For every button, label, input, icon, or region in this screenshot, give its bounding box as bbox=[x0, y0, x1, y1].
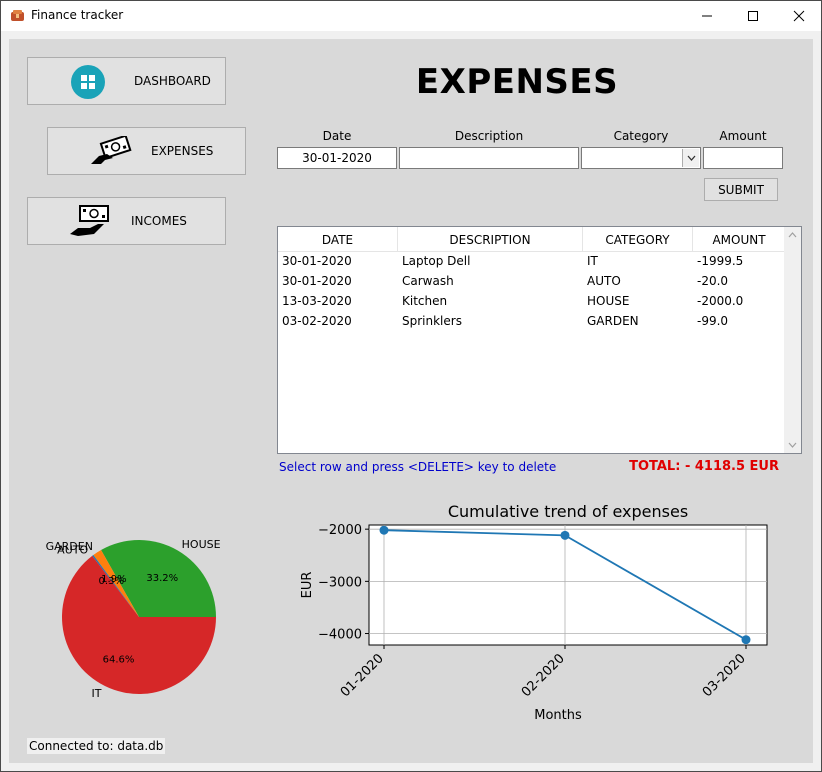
cell-date: 03-02-2020 bbox=[282, 314, 352, 328]
minimize-icon bbox=[702, 15, 712, 17]
x-tick-label: 02-2020 bbox=[519, 651, 568, 700]
pie-label-house: HOUSE bbox=[182, 538, 221, 551]
data-point bbox=[560, 530, 570, 540]
pay-money-icon bbox=[91, 136, 132, 164]
table-row[interactable]: 13-03-2020 Kitchen HOUSE -2000.0 bbox=[278, 291, 785, 311]
y-axis-label: EUR bbox=[300, 572, 315, 599]
table-header: DATE DESCRIPTION CATEGORY AMOUNT bbox=[278, 227, 785, 252]
column-header-date[interactable]: DATE bbox=[278, 227, 398, 252]
expenses-button[interactable]: EXPENSES bbox=[47, 127, 246, 175]
incomes-label: INCOMES bbox=[131, 214, 187, 228]
pie-pct-house: 33.2% bbox=[146, 573, 178, 584]
column-header-amount[interactable]: AMOUNT bbox=[693, 227, 785, 252]
category-label: Category bbox=[613, 129, 669, 143]
date-label: Date bbox=[322, 129, 352, 143]
dashboard-icon bbox=[71, 65, 105, 99]
pie-label-it: IT bbox=[92, 687, 102, 700]
pie-pct-it: 64.6% bbox=[103, 654, 135, 665]
cumulative-trend-chart: Cumulative trend of expenses −2000 −3000 −4… bbox=[279, 497, 779, 737]
title-bar[interactable]: Finance tracker bbox=[1, 1, 821, 31]
dashboard-label: DASHBOARD bbox=[134, 74, 211, 88]
description-label: Description bbox=[454, 129, 524, 143]
x-tick-label: 01-2020 bbox=[338, 651, 387, 700]
app-window: Finance tracker DASHBOARD EXPENSES INCOM… bbox=[0, 0, 822, 772]
category-dropdown-button[interactable] bbox=[682, 149, 699, 167]
incomes-button[interactable]: INCOMES bbox=[27, 197, 226, 245]
table-row[interactable]: 30-01-2020 Laptop Dell IT -1999.5 bbox=[278, 251, 785, 271]
table-scrollbar[interactable] bbox=[784, 227, 801, 453]
x-tick-label: 03-2020 bbox=[700, 651, 749, 700]
scroll-down-icon[interactable] bbox=[788, 442, 797, 448]
cell-description: Laptop Dell bbox=[402, 254, 471, 268]
cell-date: 30-01-2020 bbox=[282, 274, 352, 288]
amount-label: Amount bbox=[719, 129, 767, 143]
expenses-table[interactable]: DATE DESCRIPTION CATEGORY AMOUNT 30-01-2… bbox=[277, 226, 802, 454]
cell-amount: -20.0 bbox=[697, 274, 729, 288]
cell-amount: -1999.5 bbox=[697, 254, 744, 268]
category-pie-chart: HOUSE33.2%GARDEN1.9%AUTO0.3%IT64.6% bbox=[21, 491, 271, 741]
chart-title: Cumulative trend of expenses bbox=[448, 502, 688, 521]
cell-category: AUTO bbox=[587, 274, 621, 288]
delete-hint: Select row and press <DELETE> key to del… bbox=[279, 460, 557, 474]
window-title: Finance tracker bbox=[31, 8, 124, 22]
category-select[interactable] bbox=[581, 147, 701, 169]
dashboard-button[interactable]: DASHBOARD bbox=[27, 57, 226, 105]
y-tick-label: −4000 bbox=[318, 628, 362, 643]
plot-area bbox=[368, 524, 768, 646]
page-title: EXPENSES bbox=[415, 62, 619, 102]
cell-date: 30-01-2020 bbox=[282, 254, 352, 268]
expenses-label: EXPENSES bbox=[151, 144, 214, 158]
close-icon bbox=[793, 10, 805, 22]
x-axis-label: Months bbox=[534, 708, 582, 723]
receive-money-icon bbox=[70, 205, 109, 236]
y-tick-label: −2000 bbox=[318, 523, 362, 538]
cell-category: HOUSE bbox=[587, 294, 630, 308]
column-header-description[interactable]: DESCRIPTION bbox=[398, 227, 583, 252]
chevron-down-icon bbox=[687, 155, 695, 161]
pie-label-auto: AUTO bbox=[57, 543, 88, 556]
main-panel: DASHBOARD EXPENSES INCOMES EXPENSES Date… bbox=[9, 39, 813, 763]
data-point bbox=[379, 525, 389, 535]
description-input[interactable] bbox=[399, 147, 579, 169]
table-row[interactable]: 30-01-2020 Carwash AUTO -20.0 bbox=[278, 271, 785, 291]
table-row[interactable]: 03-02-2020 Sprinklers GARDEN -99.0 bbox=[278, 311, 785, 331]
cell-date: 13-03-2020 bbox=[282, 294, 352, 308]
minimize-button[interactable] bbox=[684, 1, 730, 31]
date-input[interactable]: 30-01-2020 bbox=[277, 147, 397, 169]
cell-amount: -99.0 bbox=[697, 314, 729, 328]
cell-amount: -2000.0 bbox=[697, 294, 744, 308]
close-button[interactable] bbox=[776, 1, 822, 31]
cell-description: Kitchen bbox=[402, 294, 448, 308]
connection-status: Connected to: data.db bbox=[27, 738, 166, 754]
scroll-up-icon[interactable] bbox=[788, 232, 797, 238]
amount-input[interactable] bbox=[703, 147, 783, 169]
total-expenses: TOTAL: - 4118.5 EUR bbox=[629, 459, 779, 474]
data-point bbox=[741, 635, 751, 645]
maximize-button[interactable] bbox=[730, 1, 776, 31]
cell-description: Carwash bbox=[402, 274, 454, 288]
cell-category: IT bbox=[587, 254, 598, 268]
cell-category: GARDEN bbox=[587, 314, 639, 328]
submit-button[interactable]: SUBMIT bbox=[704, 178, 778, 201]
pie-pct-auto: 0.3% bbox=[99, 576, 124, 587]
money-bag-icon bbox=[11, 10, 24, 21]
cell-description: Sprinklers bbox=[402, 314, 462, 328]
y-tick-label: −3000 bbox=[318, 575, 362, 590]
maximize-icon bbox=[748, 11, 758, 21]
column-header-category[interactable]: CATEGORY bbox=[583, 227, 693, 252]
